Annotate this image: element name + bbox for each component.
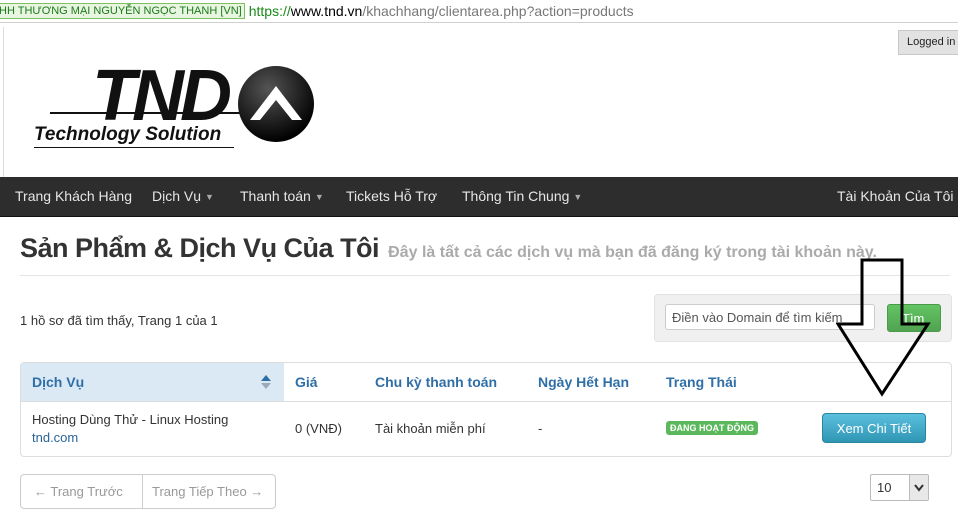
per-page-value: 10 bbox=[877, 480, 892, 495]
nav-item-billing[interactable]: Thanh toán ▼ bbox=[240, 177, 324, 216]
per-page-select[interactable]: 10 bbox=[870, 474, 929, 501]
status-badge: ĐANG HOẠT ĐỘNG bbox=[666, 421, 758, 435]
nav-label: Thanh toán bbox=[240, 188, 311, 204]
col-header-status[interactable]: Trạng Thái bbox=[666, 363, 737, 401]
col-header-billing-cycle[interactable]: Chu kỳ thanh toán bbox=[375, 363, 497, 401]
sort-icon[interactable] bbox=[261, 374, 271, 390]
prev-page-button[interactable]: ← Trang Trước bbox=[34, 475, 123, 508]
select-arrow[interactable] bbox=[909, 475, 928, 500]
table-header-row: Dịch Vụ Giá Chu kỳ thanh toán Ngày Hết H… bbox=[21, 363, 951, 402]
page-header: Sản Phẩm & Dịch Vụ Của Tôi Đây là tất cả… bbox=[20, 233, 877, 264]
caret-down-icon: ▼ bbox=[314, 192, 324, 202]
logo-line bbox=[34, 147, 234, 148]
logo-emblem-icon bbox=[238, 66, 314, 142]
pagination: ← Trang Trước Trang Tiếp Theo → bbox=[20, 474, 276, 509]
nav-label: Trang Khách Hàng bbox=[15, 188, 132, 204]
nav-label: Thông Tin Chung bbox=[462, 188, 570, 204]
view-details-button[interactable]: Xem Chi Tiết bbox=[822, 413, 926, 443]
nav-item-general-info[interactable]: Thông Tin Chung ▼ bbox=[462, 177, 582, 216]
page-subtitle: Đây là tất cả các dịch vụ mà bạn đã đăng… bbox=[388, 244, 877, 261]
col-header-price[interactable]: Giá bbox=[295, 363, 318, 401]
service-billing-cycle: Tài khoản miễn phí bbox=[375, 421, 486, 436]
url-scheme: https:// bbox=[248, 3, 291, 19]
nav-item-support-tickets[interactable]: Tickets Hỗ Trợ bbox=[346, 177, 437, 216]
service-name: Hosting Dùng Thử - Linux Hosting bbox=[32, 412, 229, 427]
url-text[interactable]: https://www.tnd.vn/khachhang/clientarea.… bbox=[249, 3, 634, 19]
logo-tagline: Technology Solution bbox=[34, 124, 222, 145]
address-bar[interactable]: HH THƯƠNG MẠI NGUYỄN NGỌC THANH [VN] htt… bbox=[0, 0, 958, 23]
header-divider bbox=[20, 275, 950, 276]
annotation-arrow-icon bbox=[836, 258, 931, 397]
url-host: www.tnd.vn bbox=[290, 3, 363, 19]
url-path: /khachhang/clientarea.php?action=product… bbox=[362, 3, 634, 19]
col-header-service[interactable]: Dịch Vụ bbox=[32, 363, 84, 401]
pager-divider bbox=[142, 475, 143, 508]
logo-text: TND bbox=[92, 56, 232, 136]
page-left-border bbox=[3, 27, 4, 177]
next-page-button[interactable]: Trang Tiếp Theo → bbox=[152, 475, 263, 508]
caret-down-icon: ▼ bbox=[573, 192, 583, 202]
records-found-text: 1 hồ sơ đã tìm thấy, Trang 1 của 1 bbox=[20, 313, 218, 328]
site-logo[interactable]: TND Technology Solution bbox=[30, 58, 330, 158]
service-domain-link[interactable]: tnd.com bbox=[32, 430, 78, 445]
service-price: 0 (VNĐ) bbox=[295, 421, 342, 436]
nav-label: Dịch Vụ bbox=[152, 188, 202, 204]
service-expiry: - bbox=[538, 421, 543, 436]
nav-item-services[interactable]: Dịch Vụ ▼ bbox=[152, 177, 214, 216]
nav-item-my-account[interactable]: Tài Khoản Của Tôi▼ bbox=[837, 177, 958, 216]
logged-in-status: Logged in a bbox=[898, 30, 958, 55]
nav-label: Tickets Hỗ Trợ bbox=[346, 188, 438, 204]
page-title: Sản Phẩm & Dịch Vụ Của Tôi bbox=[20, 233, 380, 263]
nav-label: Tài Khoản Của Tôi bbox=[837, 188, 954, 204]
caret-down-icon: ▼ bbox=[205, 192, 214, 202]
nav-item-client-home[interactable]: Trang Khách Hàng bbox=[15, 177, 132, 216]
main-navbar: Trang Khách Hàng Dịch Vụ ▼ Thanh toán ▼ Ti… bbox=[0, 177, 958, 217]
chevron-down-icon bbox=[914, 484, 924, 492]
ev-certificate-label[interactable]: HH THƯƠNG MẠI NGUYỄN NGỌC THANH [VN] bbox=[0, 3, 245, 19]
col-header-expiry[interactable]: Ngày Hết Hạn bbox=[538, 363, 629, 401]
services-table: Dịch Vụ Giá Chu kỳ thanh toán Ngày Hết H… bbox=[20, 362, 952, 457]
